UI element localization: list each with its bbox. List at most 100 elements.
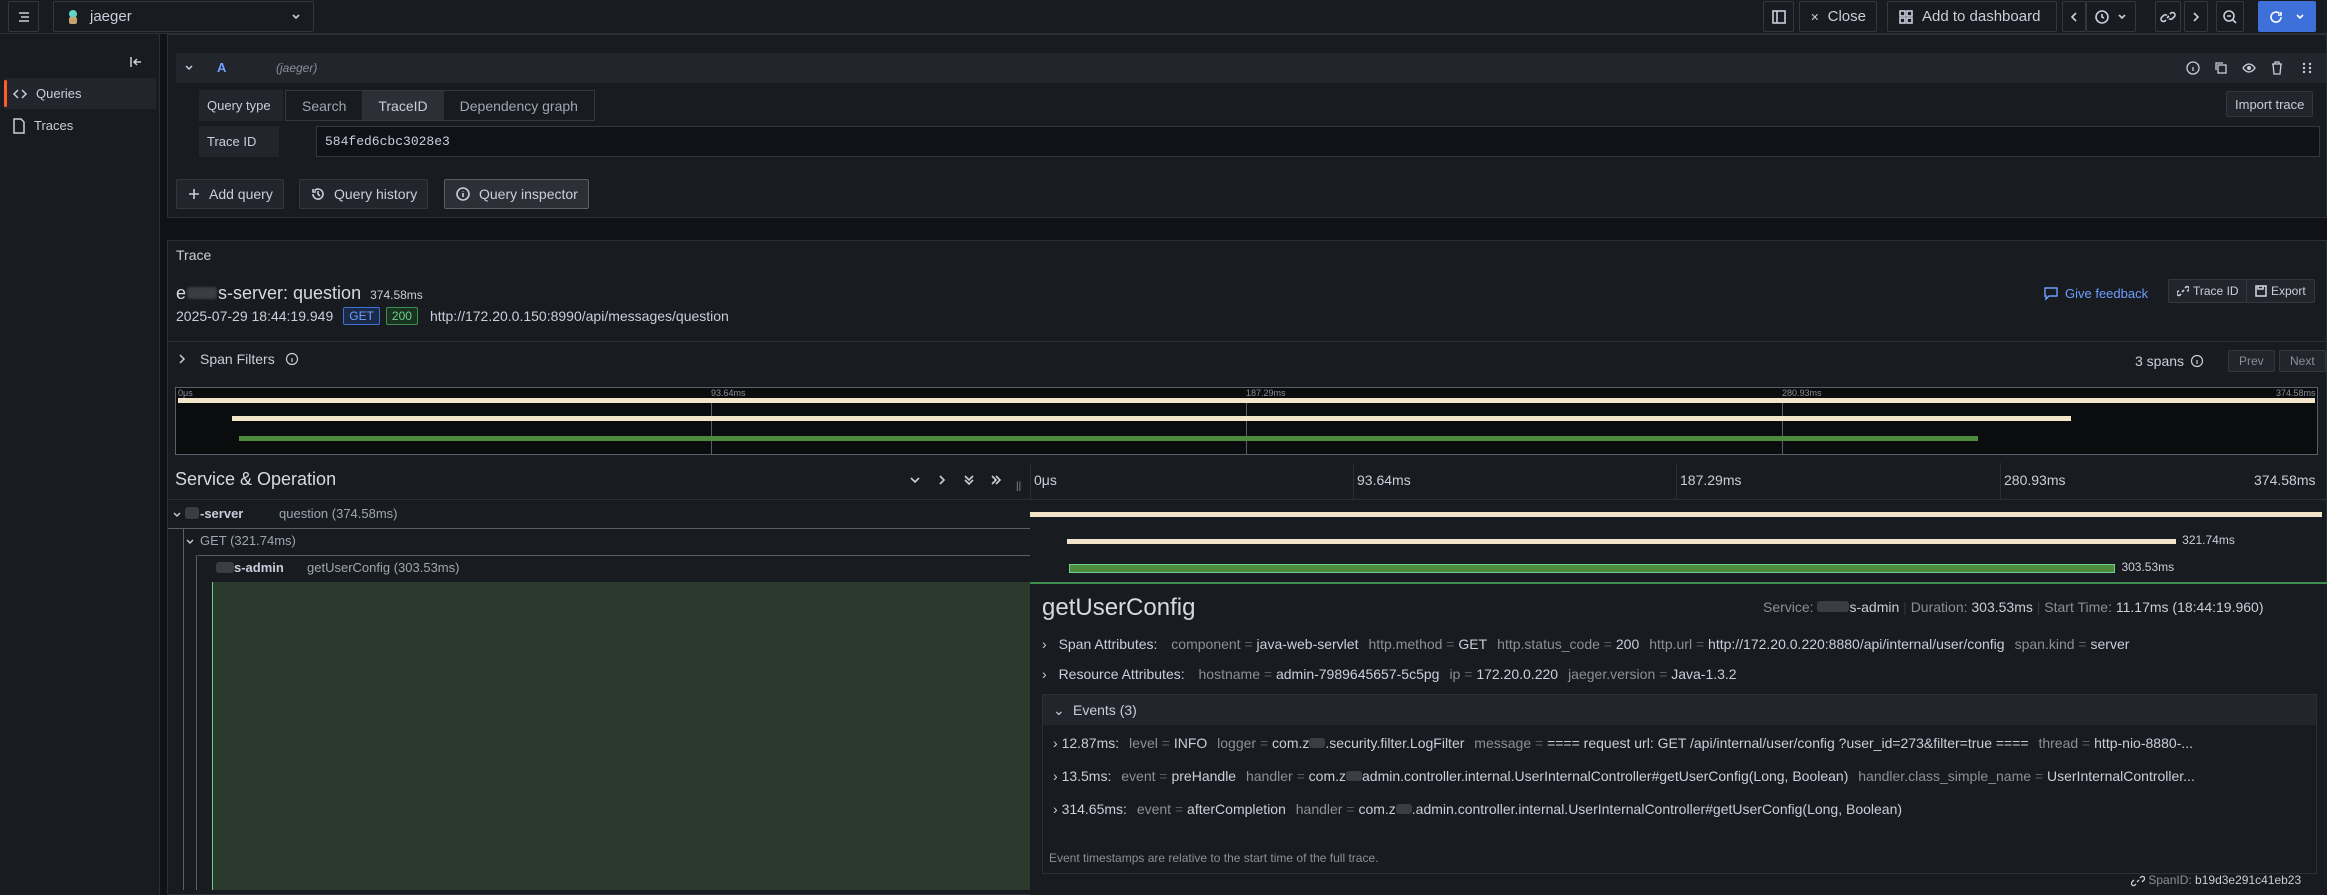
content-outline-sidebar: Queries Traces bbox=[0, 34, 160, 895]
link-icon bbox=[2177, 285, 2189, 297]
resize-handle-icon[interactable]: || bbox=[1016, 481, 1021, 492]
query-row-header: A (jaeger) bbox=[176, 53, 2326, 83]
query-history-button[interactable]: Query history bbox=[299, 179, 429, 209]
query-type-dependency-graph[interactable]: Dependency graph bbox=[444, 91, 594, 120]
event-attr-value: com.z bbox=[1308, 768, 1346, 784]
expand-one-icon[interactable] bbox=[935, 473, 949, 487]
add-query-button[interactable]: Add query bbox=[176, 179, 284, 209]
query-type-search[interactable]: Search bbox=[286, 91, 362, 120]
attr-key: component bbox=[1171, 636, 1241, 652]
chevron-right-icon bbox=[2193, 11, 2200, 22]
duplicate-icon[interactable] bbox=[2214, 61, 2228, 75]
query-ref-id[interactable]: A bbox=[217, 60, 226, 75]
collapse-one-icon[interactable] bbox=[908, 473, 922, 487]
collapse-sidebar-icon[interactable] bbox=[128, 54, 144, 70]
minimap-gridline bbox=[1782, 400, 1783, 454]
event-attr-key: message bbox=[1470, 735, 1532, 751]
trace-minimap[interactable]: 0μs 93.64ms 187.29ms 280.93ms 374.58ms bbox=[175, 387, 2318, 455]
event-attr-eq: = bbox=[1155, 768, 1172, 784]
redacted-blur bbox=[185, 507, 199, 519]
expand-all-icon[interactable] bbox=[989, 473, 1003, 487]
query-type-traceid[interactable]: TraceID bbox=[362, 91, 444, 120]
next-button[interactable]: Next bbox=[2279, 350, 2326, 372]
query-inspector-button[interactable]: Query inspector bbox=[444, 179, 589, 209]
service-operation-header: Service & Operation bbox=[175, 469, 337, 489]
refresh-button[interactable] bbox=[2258, 1, 2316, 32]
service-value: s-admin bbox=[1849, 599, 1900, 615]
help-icon[interactable] bbox=[2186, 61, 2200, 75]
attr-value: http://172.20.0.220:8880/api/internal/us… bbox=[1708, 636, 2005, 652]
give-feedback-link[interactable]: Give feedback bbox=[2043, 285, 2148, 301]
redacted-blur bbox=[216, 562, 234, 573]
zoom-out-button[interactable] bbox=[2216, 1, 2244, 32]
collapse-all-icon[interactable] bbox=[962, 473, 976, 487]
refresh-icon bbox=[2270, 10, 2282, 23]
attr-key: span.kind bbox=[2014, 636, 2075, 652]
close-button[interactable]: Close bbox=[1799, 1, 1877, 32]
event-attr-eq: = bbox=[1292, 768, 1309, 784]
prev-button[interactable]: Prev bbox=[2228, 350, 2275, 372]
close-label: Close bbox=[1827, 8, 1866, 25]
redacted-blur bbox=[1817, 601, 1850, 612]
divider bbox=[1030, 463, 1031, 500]
sidebar-item-queries[interactable]: Queries bbox=[4, 78, 156, 109]
span-operation-name: getUserConfig (303.53ms) bbox=[307, 560, 460, 575]
sidebar-item-traces[interactable]: Traces bbox=[4, 110, 156, 141]
drag-handle-icon[interactable] bbox=[2300, 61, 2314, 75]
span-id-row[interactable]: SpanID: b19d3e291c41eb23 bbox=[2130, 873, 2301, 888]
span-attributes-row[interactable]: › Span Attributes: component = java-web-… bbox=[1042, 636, 2129, 652]
menu-icon bbox=[18, 11, 29, 22]
span-attributes-list: component = java-web-servlet http.method … bbox=[1161, 636, 2129, 652]
add-query-label: Add query bbox=[209, 186, 273, 202]
trash-icon[interactable] bbox=[2270, 61, 2284, 75]
import-trace-button[interactable]: Import trace bbox=[2226, 91, 2314, 117]
span-bar[interactable] bbox=[1068, 564, 2116, 573]
span-bar[interactable] bbox=[1030, 512, 2322, 517]
event-row[interactable]: › 12.87ms: level = INFO logger = com.z .s… bbox=[1053, 735, 2308, 751]
tree-line bbox=[196, 555, 197, 582]
duration-label: Duration: bbox=[1910, 599, 1968, 615]
event-time: 12.87ms: bbox=[1061, 735, 1124, 751]
span-filters-toggle[interactable]: Span Filters bbox=[176, 351, 299, 367]
attr-key: http.status_code bbox=[1497, 636, 1600, 652]
export-button[interactable]: Export bbox=[2246, 279, 2315, 303]
datasource-picker[interactable]: jaeger bbox=[53, 1, 314, 32]
collapse-query-icon[interactable] bbox=[182, 61, 196, 75]
query-inspector-label: Query inspector bbox=[479, 186, 578, 202]
eye-icon[interactable] bbox=[2242, 61, 2256, 75]
resource-attributes-row[interactable]: › Resource Attributes: hostname = admin-… bbox=[1042, 666, 1737, 682]
event-attr-eq: = bbox=[1171, 801, 1188, 817]
span-id-label: SpanID: bbox=[2148, 873, 2192, 887]
event-attr-value: http-nio-8880-... bbox=[2094, 735, 2193, 751]
events-header[interactable]: ⌄ Events (3) bbox=[1043, 695, 2316, 725]
event-attr-key: logger bbox=[1213, 735, 1257, 751]
attr-eq: = bbox=[1240, 636, 1257, 652]
trace-id-input[interactable]: 584fed6cbc3028e3 bbox=[316, 126, 2320, 157]
query-datasource-name: (jaeger) bbox=[276, 61, 318, 75]
time-picker-button[interactable] bbox=[2086, 1, 2136, 32]
comment-icon bbox=[2044, 287, 2058, 301]
copy-trace-id-button[interactable]: Trace ID bbox=[2168, 279, 2248, 303]
event-row[interactable]: › 314.65ms: event = afterCompletion hand… bbox=[1053, 801, 2308, 817]
split-view-button[interactable] bbox=[1763, 1, 1794, 32]
chevron-down-icon[interactable] bbox=[185, 537, 195, 547]
attr-key: jaeger.version bbox=[1568, 666, 1656, 682]
time-forward-button[interactable] bbox=[2184, 1, 2208, 32]
gridline bbox=[1353, 463, 1354, 500]
event-attr-eq: = bbox=[1256, 735, 1273, 751]
minimap-tick: 280.93ms bbox=[1782, 388, 1822, 398]
attr-key: hostname bbox=[1198, 666, 1260, 682]
divider bbox=[198, 555, 1030, 556]
minimap-span-bar bbox=[239, 436, 1978, 441]
event-attr-value: INFO bbox=[1173, 735, 1208, 751]
menu-toggle-button[interactable] bbox=[8, 1, 39, 32]
gridline bbox=[1676, 463, 1677, 500]
start-time-value: 11.17ms (18:44:19.960) bbox=[2115, 599, 2264, 615]
add-to-dashboard-button[interactable]: Add to dashboard bbox=[1887, 1, 2057, 32]
chevron-down-icon[interactable] bbox=[172, 510, 182, 520]
span-bar[interactable] bbox=[1066, 539, 2177, 544]
plus-icon bbox=[189, 189, 199, 199]
share-link-button[interactable] bbox=[2155, 1, 2181, 32]
time-back-button[interactable] bbox=[2062, 1, 2086, 32]
event-row[interactable]: › 13.5ms: event = preHandle handler = co… bbox=[1053, 768, 2308, 784]
